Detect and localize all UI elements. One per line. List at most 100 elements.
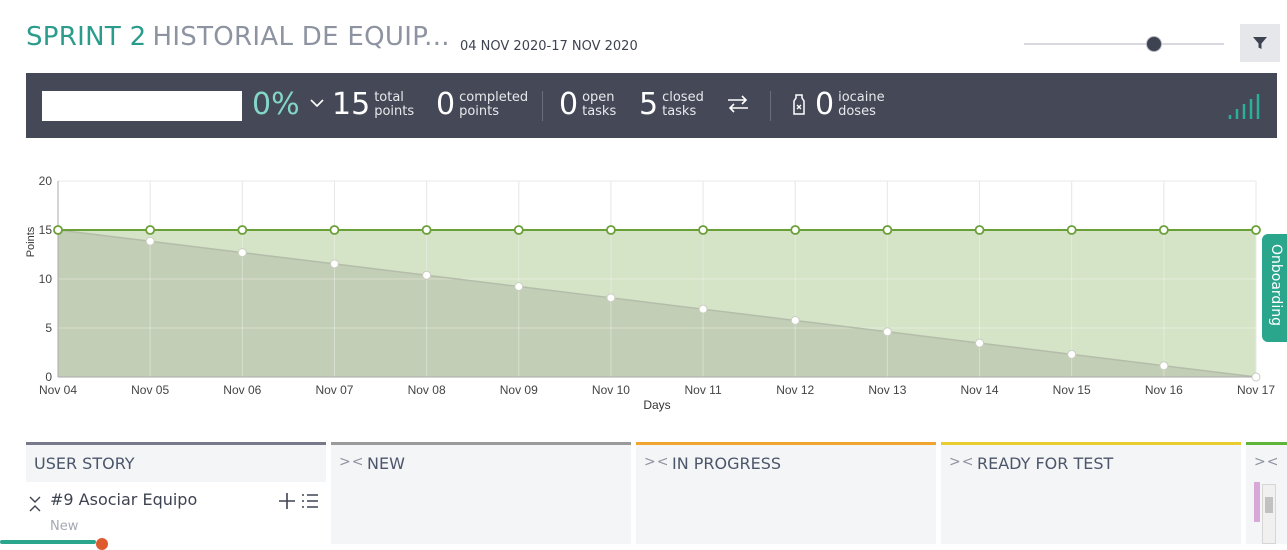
bulk-add-icon[interactable] (301, 492, 319, 510)
stats-divider (770, 91, 771, 121)
ideal-point (1251, 225, 1261, 235)
burndown-point (145, 236, 155, 246)
closed-tasks-stat: 5 closed tasks (639, 87, 704, 123)
scrollbar-thumb[interactable] (1265, 497, 1273, 513)
ideal-point (329, 225, 340, 235)
column-color-bar (331, 442, 631, 445)
burndown-point (975, 338, 985, 348)
ideal-point (606, 225, 616, 235)
burndown-point (329, 259, 339, 269)
y-tick-label: 15 (39, 223, 53, 237)
x-tick-label: Nov 15 (1053, 383, 1091, 397)
chart-areas (57, 180, 1257, 378)
x-tick-label: Nov 14 (961, 383, 999, 397)
x-tick-label: Nov 17 (1237, 383, 1275, 397)
stats-divider (542, 91, 543, 121)
x-tick-label: Nov 13 (868, 383, 906, 397)
ideal-point (237, 225, 248, 235)
bar-graph-icon[interactable] (1226, 93, 1260, 121)
total-points-stat: 15 total points (332, 87, 414, 123)
user-story-title[interactable]: #9 Asociar Equipo (50, 490, 197, 509)
x-tick-label: Nov 04 (39, 383, 77, 397)
total-points-value: 15 (332, 87, 371, 122)
iocaine-label: iocaine doses (838, 90, 885, 119)
ideal-point (1158, 225, 1169, 235)
sprint-date-range: 04 NOV 2020-17 NOV 2020 (460, 39, 638, 54)
x-tick-label: Nov 11 (685, 383, 722, 397)
chevron-down-icon[interactable] (309, 97, 325, 109)
total-points-label: total points (374, 90, 415, 119)
fold-column-icon[interactable]: >< (1254, 454, 1279, 470)
fold-column-icon[interactable]: >< (949, 454, 974, 470)
ideal-point (145, 225, 156, 235)
completed-points-label: completed points (459, 90, 529, 119)
zoom-slider-handle[interactable] (1146, 36, 1162, 52)
column-color-bar (636, 442, 936, 445)
burndown-point (422, 270, 432, 280)
column-ready-for-test: >< READY FOR TEST (941, 442, 1241, 544)
burndown-point (1159, 361, 1169, 371)
y-tick-label: 0 (45, 370, 52, 384)
onboarding-tab[interactable]: Onboarding (1262, 234, 1287, 342)
burndown-point (790, 315, 800, 325)
y-tick-label: 10 (39, 272, 53, 286)
closed-tasks-label: closed tasks (662, 90, 704, 119)
user-story-status[interactable]: New (50, 519, 78, 534)
burndown-point (1251, 372, 1261, 382)
collapse-icon[interactable] (28, 494, 42, 514)
x-axis-ticks: Nov 04 Nov 05 Nov 06 Nov 07 Nov 08 Nov 09 Nov … (39, 383, 1275, 397)
onboarding-label: Onboarding (1268, 244, 1284, 326)
x-tick-label: Nov 16 (1145, 383, 1183, 397)
open-tasks-stat: 0 open tasks (559, 87, 616, 123)
column-color-bar (26, 442, 326, 445)
page-title: SPRINT 2 HISTORIAL DE EQUIP... (26, 22, 450, 52)
ideal-point (882, 225, 893, 235)
fold-column-icon[interactable]: >< (644, 454, 669, 470)
column-color-bar (941, 442, 1241, 445)
sprint-name: SPRINT 2 (26, 22, 147, 52)
burndown-point (882, 327, 892, 337)
iocaine-value: 0 (815, 87, 835, 122)
taskboard-header: SPRINT 2 HISTORIAL DE EQUIP... 04 NOV 202… (0, 0, 1287, 73)
burndown-point (1067, 349, 1077, 359)
notification-dot (96, 538, 108, 550)
filter-button[interactable] (1240, 24, 1280, 62)
column-title: READY FOR TEST (977, 454, 1114, 473)
column-title: USER STORY (34, 454, 135, 473)
ideal-point (1066, 225, 1077, 235)
y-axis-ticks: 0 5 10 15 20 (39, 174, 53, 384)
column-new: >< NEW (331, 442, 631, 544)
x-tick-label: Nov 09 (500, 383, 538, 397)
column-title: NEW (367, 454, 405, 473)
ideal-point (53, 225, 63, 235)
column-color-bar (1246, 442, 1287, 445)
x-tick-label: Nov 08 (408, 383, 446, 397)
iocaine-bottle-icon (793, 94, 805, 115)
user-story-row[interactable]: #9 Asociar Equipo New (26, 482, 326, 544)
burndown-point (514, 282, 524, 292)
zoom-slider[interactable] (1024, 43, 1224, 45)
x-tick-label: Nov 07 (315, 383, 353, 397)
ideal-point (513, 225, 524, 235)
open-tasks-value: 0 (559, 87, 579, 122)
scrollbar[interactable] (1262, 484, 1276, 544)
completion-percent: 0% (252, 87, 300, 122)
x-tick-label: Nov 12 (776, 383, 814, 397)
column-title: IN PROGRESS (672, 454, 782, 473)
add-task-icon[interactable] (278, 492, 296, 510)
burndown-point (698, 304, 708, 314)
swimlane-color-strip (1254, 482, 1260, 522)
column-in-progress: >< IN PROGRESS (636, 442, 936, 544)
swap-arrows-icon[interactable] (726, 93, 750, 115)
completed-points-stat: 0 completed points (436, 87, 528, 123)
ideal-point (421, 225, 432, 235)
iocaine-stat: 0 iocaine doses (815, 87, 885, 123)
fold-column-icon[interactable]: >< (339, 454, 364, 470)
burndown-chart: 05101520 Nov 04 Nov 05 Nov 06 Nov 07 Nov 08 N… (25, 174, 1275, 412)
burndown-point (606, 293, 616, 303)
filter-icon (1253, 37, 1267, 49)
sprint-progress-bar (42, 91, 242, 121)
sprint-subtitle: HISTORIAL DE EQUIP... (152, 22, 450, 52)
open-tasks-label: open tasks (582, 90, 617, 119)
ideal-point (790, 225, 801, 235)
